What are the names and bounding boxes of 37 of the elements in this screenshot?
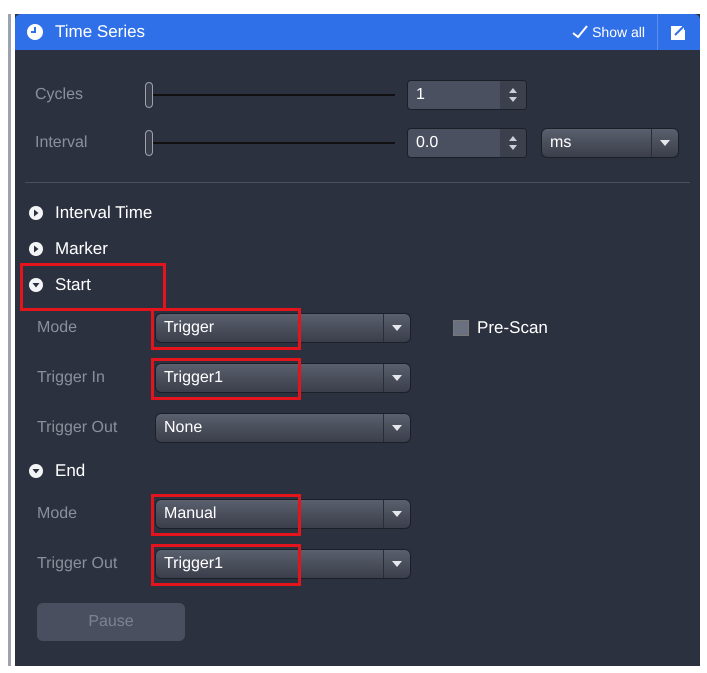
section-header[interactable]: Marker — [55, 236, 108, 262]
caret-icon — [660, 140, 670, 146]
section-header[interactable]: End — [55, 458, 86, 484]
field-label: Mode — [36, 504, 78, 524]
panel-title: Time Series — [55, 21, 146, 44]
field-label: Trigger Out — [36, 554, 118, 574]
slider-track[interactable] — [145, 130, 395, 156]
clock-icon — [27, 24, 43, 40]
section-header[interactable]: Start — [55, 272, 91, 298]
slider-track[interactable] — [145, 82, 395, 108]
section-header[interactable]: Interval Time — [55, 200, 152, 226]
caret-icon — [392, 374, 402, 382]
caret-icon — [392, 510, 402, 518]
undock-icon[interactable] — [670, 23, 688, 41]
spin-arrows-icon — [509, 87, 517, 103]
field-label: Interval — [35, 133, 88, 153]
field-label: Trigger In — [36, 368, 106, 388]
checkbox-label: Pre-Scan — [477, 317, 548, 340]
dropdown[interactable]: Manual — [156, 500, 410, 528]
dropdown[interactable]: Trigger — [156, 314, 410, 342]
dropdown[interactable]: Trigger1 — [156, 364, 410, 392]
dropdown[interactable]: None — [156, 414, 410, 442]
spin-arrows-icon — [509, 135, 517, 151]
checkbox[interactable] — [453, 320, 469, 336]
caret-icon — [392, 424, 402, 432]
field-label: Trigger Out — [36, 418, 118, 438]
field-label: Mode — [36, 318, 78, 338]
caret-icon — [392, 560, 402, 568]
field-label: Cycles — [35, 85, 84, 105]
number-spinner[interactable]: 0.0 — [407, 128, 527, 158]
slider-thumb[interactable] — [145, 130, 153, 156]
show-all-toggle[interactable]: Show all — [572, 22, 645, 42]
dropdown[interactable]: Trigger1 — [156, 550, 410, 578]
slider-thumb[interactable] — [145, 82, 153, 108]
caret-icon — [392, 324, 402, 332]
number-spinner[interactable]: 1 — [407, 80, 527, 110]
dropdown[interactable]: ms — [542, 129, 678, 157]
